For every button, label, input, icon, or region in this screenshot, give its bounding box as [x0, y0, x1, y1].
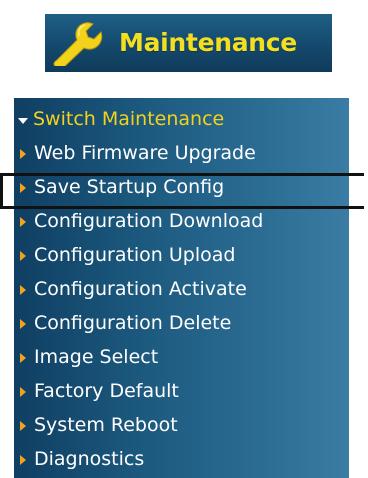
arrow-right-icon: [20, 284, 26, 295]
arrow-right-icon: [20, 454, 26, 465]
menu-item-label: Configuration Delete: [34, 312, 232, 334]
menu-item-image-select[interactable]: Image Select: [14, 342, 349, 373]
arrow-right-icon: [20, 420, 26, 431]
menu-item-configuration-delete[interactable]: Configuration Delete: [14, 308, 349, 339]
menu-item-label: Image Select: [34, 346, 159, 368]
maintenance-header: Maintenance: [45, 14, 332, 72]
menu-item-configuration-activate[interactable]: Configuration Activate: [14, 274, 349, 305]
menu-item-label: Save Startup Config: [34, 176, 225, 198]
menu-item-web-firmware-upgrade[interactable]: Web Firmware Upgrade: [14, 138, 349, 169]
maintenance-page: Maintenance Switch Maintenance Web Firmw…: [0, 0, 368, 478]
menu-item-label: System Reboot: [34, 414, 178, 436]
expanded-caret-icon: [18, 117, 28, 124]
page-title: Maintenance: [119, 28, 297, 57]
menu-item-configuration-download[interactable]: Configuration Download: [14, 206, 349, 237]
arrow-right-icon: [20, 386, 26, 397]
menu-item-factory-default[interactable]: Factory Default: [14, 376, 349, 407]
arrow-right-icon: [20, 148, 26, 159]
arrow-right-icon: [20, 250, 26, 261]
menu-item-system-reboot[interactable]: System Reboot: [14, 410, 349, 441]
menu-item-diagnostics[interactable]: Diagnostics: [14, 444, 349, 475]
wrench-icon: [53, 22, 103, 66]
menu-item-configuration-upload[interactable]: Configuration Upload: [14, 240, 349, 271]
menu-item-label: Configuration Download: [34, 210, 264, 232]
menu-item-label: Configuration Activate: [34, 278, 247, 300]
menu-item-label: Web Firmware Upgrade: [34, 142, 256, 164]
menu-item-label: Configuration Upload: [34, 244, 236, 266]
menu-item-save-startup-config[interactable]: Save Startup Config: [14, 172, 349, 203]
arrow-right-icon: [20, 318, 26, 329]
menu-item-label: Factory Default: [34, 380, 179, 402]
arrow-right-icon: [20, 216, 26, 227]
menu-section-label: Switch Maintenance: [33, 108, 225, 130]
arrow-right-icon: [20, 182, 26, 193]
navigation-menu: Switch Maintenance Web Firmware Upgrade …: [14, 98, 349, 478]
arrow-right-icon: [20, 352, 26, 363]
menu-item-label: Diagnostics: [34, 448, 145, 470]
menu-section-switch-maintenance[interactable]: Switch Maintenance: [14, 104, 349, 135]
